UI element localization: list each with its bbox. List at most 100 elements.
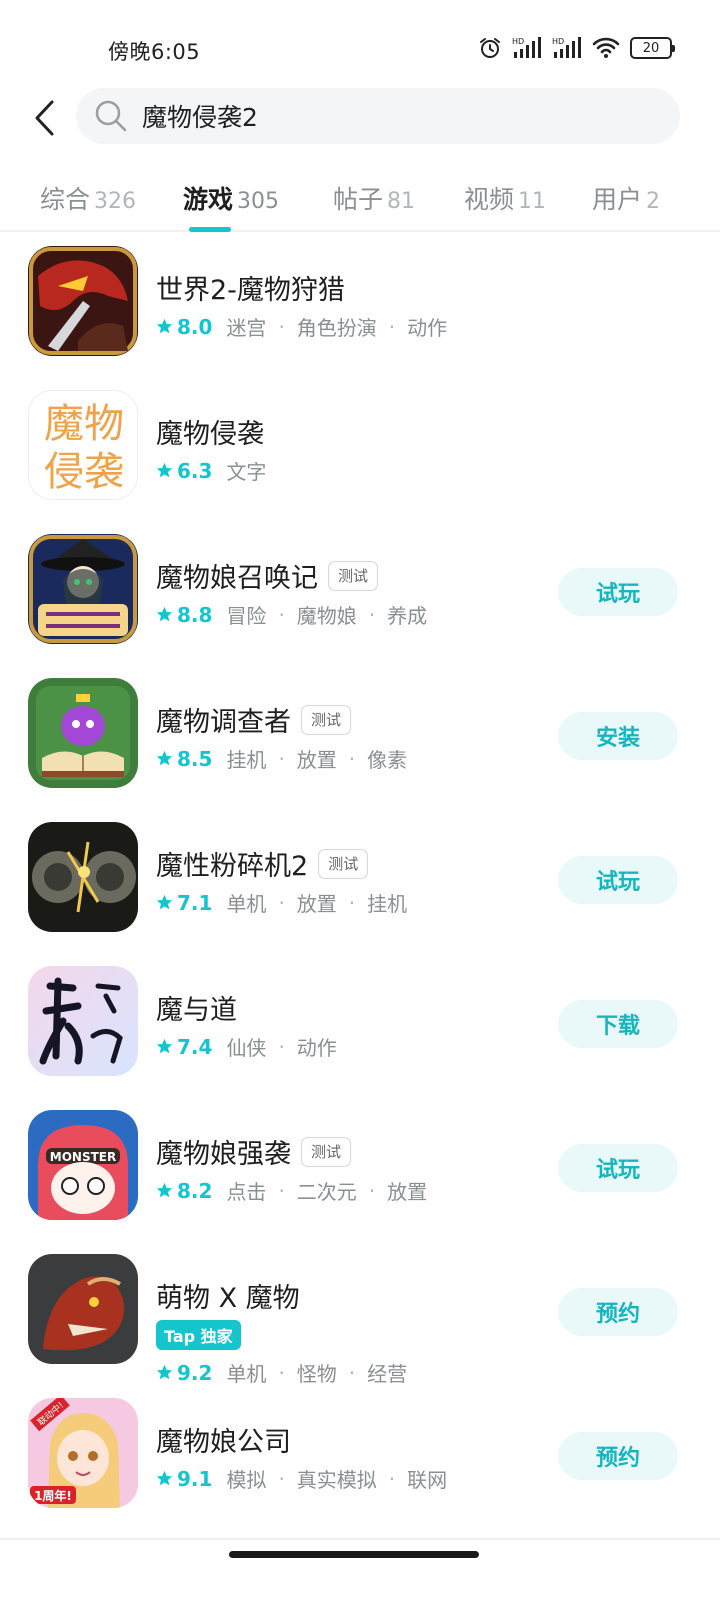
game-name: 魔与道 [156, 995, 237, 1026]
test-badge: 测试 [328, 560, 379, 591]
exclusive-badge: Tap 独家 [156, 1320, 241, 1350]
tab-count: 11 [518, 189, 547, 214]
tag-separator: · [368, 602, 376, 627]
tab-label: 用户 [592, 185, 643, 214]
rating: 6.3 [156, 459, 212, 483]
tab-comprehensive[interactable]: 综合 326 [40, 180, 136, 216]
star-icon [156, 1364, 173, 1380]
calligraphy-icon [28, 966, 138, 1076]
game-name: 魔物侵袭 [156, 419, 264, 450]
battery-level: 20 [642, 40, 660, 56]
game-item[interactable]: 魔物娘召唤记 测试 8.8 冒险 · 魔物娘 · 养成 试玩 [0, 520, 720, 664]
game-tag: 经营 [367, 1362, 408, 1386]
game-tag: 像素 [367, 748, 408, 772]
game-item[interactable]: 魔物 侵袭 魔物侵袭 6.3 文字 [0, 376, 720, 520]
status-icons: HD HD 20 [478, 34, 675, 62]
tag-separator: · [278, 1178, 285, 1203]
game-name: 魔物调查者 [156, 707, 291, 738]
try-play-button[interactable]: 试玩 [558, 1144, 678, 1192]
witch-girl-icon [28, 534, 138, 644]
signal-hd-label-2: HD [552, 37, 564, 46]
tab-count: 2 [646, 189, 661, 214]
tab-games[interactable]: 游戏 305 [183, 180, 279, 216]
reserve-button[interactable]: 预约 [558, 1288, 678, 1336]
tag-separator: · [278, 746, 285, 771]
red-dragon-icon [28, 1254, 138, 1364]
game-item[interactable]: MONSTER 魔物娘强袭 测试 8.2 点击 · 二次元 · 放置 试玩 [0, 1096, 720, 1240]
tag-separator: · [278, 1466, 285, 1491]
game-tag: 冒险 [226, 604, 267, 628]
rating-value: 6.3 [177, 458, 213, 483]
game-tag: 文字 [226, 460, 267, 484]
install-button[interactable]: 安装 [558, 712, 678, 760]
game-tag: 怪物 [296, 1362, 337, 1386]
rating: 8.0 [156, 315, 212, 339]
game-tag: 动作 [296, 1036, 337, 1060]
text-logo-icon: 魔物 侵袭 [28, 390, 138, 500]
search-input[interactable] [142, 101, 622, 131]
tab-label: 视频 [464, 185, 515, 214]
game-tag: 放置 [387, 1180, 428, 1204]
game-item[interactable]: 萌物 X 魔物 Tap 独家 9.2 单机 · 怪物 · 经营 预约 [0, 1240, 720, 1386]
game-name: 世界2-魔物狩猎 [156, 275, 345, 306]
rating-value: 9.1 [177, 1466, 213, 1491]
rating-value: 7.1 [177, 890, 213, 915]
search-bar[interactable] [76, 88, 680, 144]
tag-separator: · [278, 890, 285, 915]
star-icon [156, 750, 173, 766]
tab-users[interactable]: 用户 2 [592, 180, 660, 216]
game-meta: 8.5 挂机 · 放置 · 像素 [156, 744, 407, 773]
try-play-button[interactable]: 试玩 [558, 856, 678, 904]
tag-separator: · [278, 314, 285, 339]
game-tag: 点击 [226, 1180, 267, 1204]
tab-count: 305 [237, 189, 280, 214]
game-tag: 动作 [407, 316, 448, 340]
game-item[interactable]: 联动中! 1周年! 魔物娘公司 9.1 模拟 · 真实模拟 · 联网 预约 [0, 1384, 720, 1528]
tab-label: 帖子 [333, 185, 384, 214]
game-meta: 6.3 文字 [156, 456, 266, 485]
tab-posts[interactable]: 帖子 81 [333, 180, 415, 216]
game-tag: 单机 [226, 1362, 267, 1386]
tag-separator: · [278, 1360, 285, 1385]
rating: 8.8 [156, 603, 212, 627]
download-button[interactable]: 下载 [558, 1000, 678, 1048]
tag-separator: · [388, 1466, 396, 1491]
tag-separator: · [278, 1034, 285, 1059]
rating-value: 8.2 [177, 1178, 213, 1203]
game-meta: 8.0 迷宫 · 角色扮演 · 动作 [156, 312, 447, 341]
game-meta: 9.1 模拟 · 真实模拟 · 联网 [156, 1464, 447, 1493]
star-icon [156, 1182, 173, 1198]
tab-count: 81 [387, 189, 416, 214]
game-tag: 二次元 [296, 1180, 357, 1204]
game-item[interactable]: 世界2-魔物狩猎 8.0 迷宫 · 角色扮演 · 动作 [0, 232, 720, 376]
test-badge: 测试 [318, 848, 369, 879]
reserve-button[interactable]: 预约 [558, 1432, 678, 1480]
game-item[interactable]: 魔与道 7.4 仙侠 · 动作 下载 [0, 952, 720, 1096]
anime-girl-icon: 联动中! 1周年! [28, 1398, 138, 1508]
tab-count: 326 [94, 189, 137, 214]
status-time: 傍晚6:05 [108, 40, 201, 64]
game-meta: 7.1 单机 · 放置 · 挂机 [156, 888, 407, 917]
game-item[interactable]: 魔性粉碎机2 测试 7.1 单机 · 放置 · 挂机 试玩 [0, 808, 720, 952]
wifi-icon [592, 37, 620, 58]
icon-text-line-2: 侵袭 [44, 449, 124, 495]
game-item[interactable]: 魔物调查者 测试 8.5 挂机 · 放置 · 像素 安装 [0, 664, 720, 808]
tag-separator: · [348, 890, 356, 915]
game-tag: 挂机 [226, 748, 267, 772]
pixel-slime-book-icon [28, 678, 138, 788]
game-tag: 模拟 [226, 1468, 267, 1492]
rating: 9.1 [156, 1467, 212, 1491]
try-play-button[interactable]: 试玩 [558, 568, 678, 616]
game-meta: 8.2 点击 · 二次元 · 放置 [156, 1176, 427, 1205]
game-tag: 真实模拟 [296, 1468, 377, 1492]
tab-videos[interactable]: 视频 11 [464, 180, 546, 216]
rating-value: 9.2 [177, 1360, 213, 1385]
home-indicator[interactable] [229, 1551, 479, 1558]
tag-separator: · [368, 1178, 376, 1203]
rating: 8.2 [156, 1179, 212, 1203]
game-tag: 迷宫 [226, 316, 267, 340]
back-button[interactable] [24, 94, 64, 142]
test-badge: 测试 [301, 704, 352, 735]
game-meta: 7.4 仙侠 · 动作 [156, 1032, 337, 1061]
signal-icon: HD [512, 37, 541, 58]
